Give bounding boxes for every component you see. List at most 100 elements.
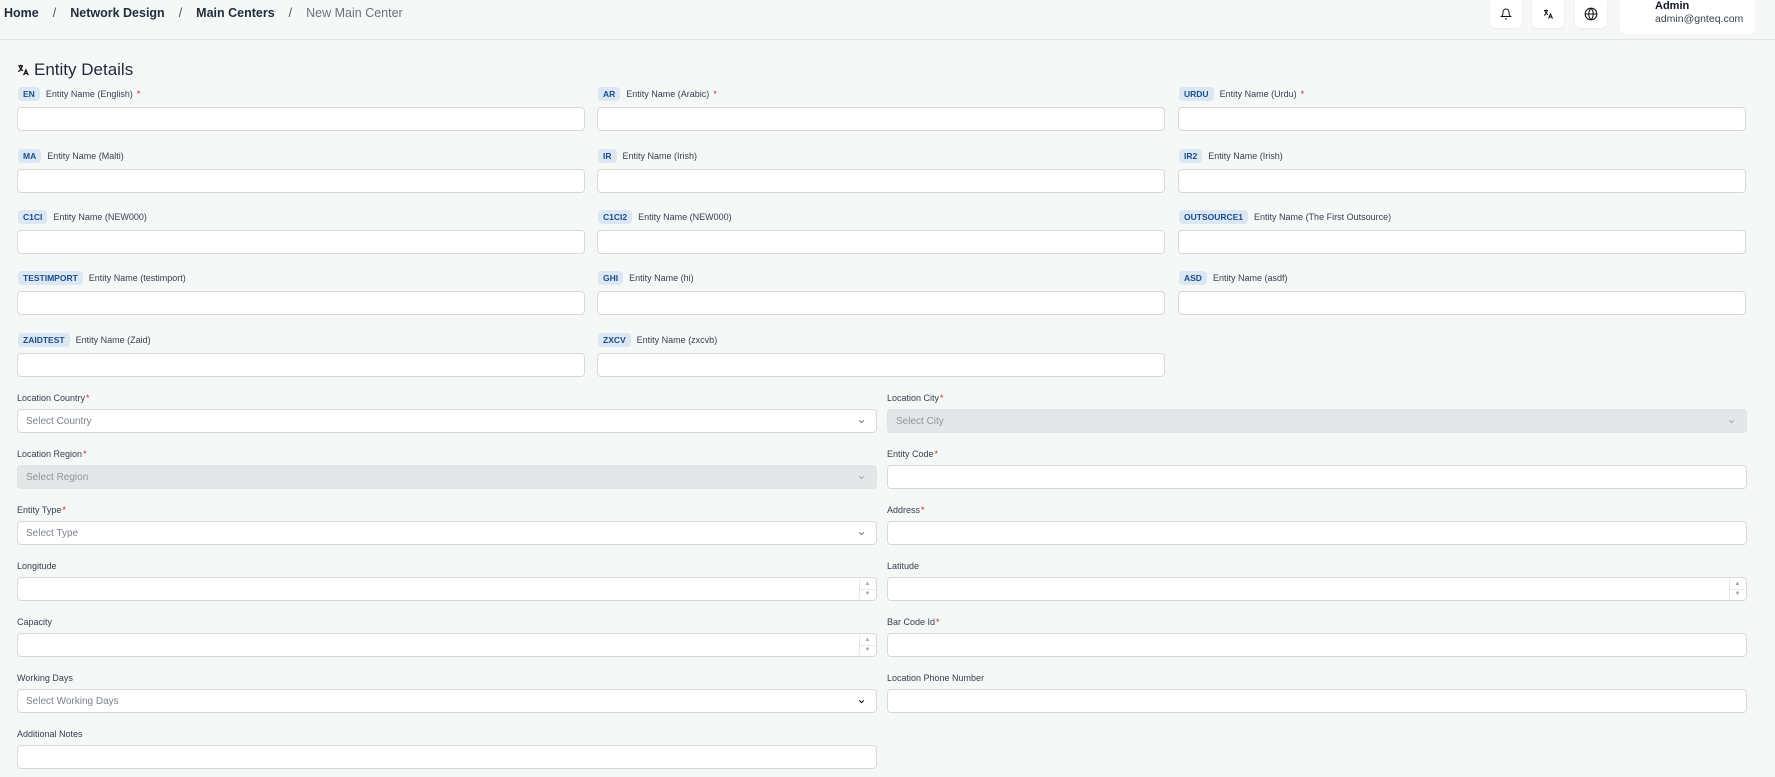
bell-icon bbox=[1500, 8, 1512, 20]
language-code-badge: OUTSOURCE1 bbox=[1179, 210, 1249, 224]
entity-name-field-ir: IR Entity Name (Irish) bbox=[597, 148, 1165, 193]
location-phone-input[interactable] bbox=[887, 689, 1747, 713]
entity-type-field: Entity Type * Select Type bbox=[17, 504, 877, 545]
decrement-icon[interactable]: ▼ bbox=[860, 646, 875, 656]
entity-name-input-ir[interactable] bbox=[597, 169, 1165, 193]
language-code-badge: IR bbox=[598, 149, 617, 163]
language-code-badge: GHI bbox=[598, 271, 624, 285]
increment-icon[interactable]: ▲ bbox=[860, 579, 875, 590]
entity-name-input-c1ci2[interactable] bbox=[597, 230, 1165, 254]
number-stepper[interactable]: ▲ ▼ bbox=[859, 635, 875, 655]
entity-name-input-outsource1[interactable] bbox=[1178, 230, 1746, 254]
address-input[interactable] bbox=[887, 521, 1747, 545]
entity-name-label: Entity Name (NEW000) bbox=[53, 212, 147, 222]
location-city-label: Location City bbox=[887, 393, 940, 403]
language-code-badge: IR2 bbox=[1179, 149, 1203, 163]
language-code-badge: ASD bbox=[1179, 271, 1207, 285]
entity-name-input-testimport[interactable] bbox=[17, 291, 585, 315]
entity-name-label-row: ZAIDTEST Entity Name (Zaid) bbox=[17, 332, 585, 348]
entity-name-label: Entity Name (Irish) bbox=[622, 151, 698, 161]
entity-name-label-row: IR2 Entity Name (Irish) bbox=[1178, 148, 1746, 164]
entity-name-label: Entity Name (Urdu) bbox=[1219, 89, 1297, 99]
entity-name-label: Entity Name (Malti) bbox=[47, 151, 124, 161]
entity-name-input-zxcv[interactable] bbox=[597, 353, 1165, 377]
location-region-field: Location Region * Select Region bbox=[17, 448, 877, 489]
chevron-down-icon bbox=[858, 699, 865, 704]
location-city-select[interactable]: Select City bbox=[887, 409, 1747, 433]
user-name: Admin bbox=[1655, 0, 1690, 12]
breadcrumb-main-centers[interactable]: Main Centers bbox=[196, 6, 275, 20]
entity-name-field-testimport: TESTIMPORT Entity Name (testimport) bbox=[17, 270, 585, 315]
section-title: Entity Details bbox=[34, 60, 134, 79]
notifications-button[interactable] bbox=[1490, 0, 1522, 28]
chevron-down-icon bbox=[858, 476, 865, 480]
working-days-field: Working Days Select Working Days bbox=[17, 672, 877, 713]
translate-button[interactable] bbox=[1532, 0, 1564, 28]
entity-name-label-row: IR Entity Name (Irish) bbox=[597, 148, 1165, 164]
breadcrumb-network-design[interactable]: Network Design bbox=[70, 6, 164, 20]
entity-name-input-asd[interactable] bbox=[1178, 291, 1746, 315]
required-marker: * bbox=[136, 89, 141, 99]
working-days-select[interactable]: Select Working Days bbox=[17, 689, 877, 713]
translate-icon bbox=[1543, 9, 1553, 19]
entity-name-label-row: AR Entity Name (Arabic) * bbox=[597, 86, 1165, 102]
longitude-label: Longitude bbox=[17, 561, 57, 571]
decrement-icon[interactable]: ▼ bbox=[1730, 590, 1745, 600]
capacity-label: Capacity bbox=[17, 617, 53, 627]
language-button[interactable] bbox=[1575, 0, 1607, 28]
additional-notes-label: Additional Notes bbox=[17, 729, 83, 739]
entity-name-label: Entity Name (hi) bbox=[629, 273, 694, 283]
location-region-select[interactable]: Select Region bbox=[17, 465, 877, 489]
longitude-input[interactable]: ▲ ▼ bbox=[17, 577, 877, 601]
capacity-input[interactable]: ▲ ▼ bbox=[17, 633, 877, 657]
required-marker: * bbox=[1300, 89, 1305, 99]
breadcrumb-home[interactable]: Home bbox=[4, 6, 39, 20]
location-country-select[interactable]: Select Country bbox=[17, 409, 877, 433]
bar-code-id-label: Bar Code Id bbox=[887, 617, 936, 627]
breadcrumb: Home / Network Design / Main Centers / N… bbox=[4, 6, 403, 20]
increment-icon[interactable]: ▲ bbox=[1730, 579, 1745, 590]
additional-notes-input[interactable] bbox=[17, 745, 877, 769]
entity-name-label-row: GHI Entity Name (hi) bbox=[597, 270, 1165, 286]
entity-name-input-c1ci[interactable] bbox=[17, 230, 585, 254]
language-code-badge: C1CI bbox=[18, 210, 48, 224]
latitude-input[interactable]: ▲ ▼ bbox=[887, 577, 1747, 601]
entity-name-label-row: C1CI2 Entity Name (NEW000) bbox=[597, 209, 1165, 225]
user-email: admin@gnteq.com bbox=[1655, 13, 1744, 25]
entity-name-label: Entity Name (Arabic) bbox=[626, 89, 710, 99]
user-menu[interactable]: Admin admin@gnteq.com bbox=[1620, 0, 1755, 34]
entity-name-input-en[interactable] bbox=[17, 107, 585, 131]
entity-name-input-ma[interactable] bbox=[17, 169, 585, 193]
entity-name-field-ma: MA Entity Name (Malti) bbox=[17, 148, 585, 193]
latitude-field: Latitude ▲ ▼ bbox=[887, 560, 1747, 601]
entity-name-field-c1ci2: C1CI2 Entity Name (NEW000) bbox=[597, 209, 1165, 254]
translate-icon bbox=[17, 64, 29, 76]
entity-name-input-ar[interactable] bbox=[597, 107, 1165, 131]
decrement-icon[interactable]: ▼ bbox=[860, 590, 875, 600]
number-stepper[interactable]: ▲ ▼ bbox=[859, 579, 875, 599]
entity-type-select[interactable]: Select Type bbox=[17, 521, 877, 545]
entity-name-label-row: MA Entity Name (Malti) bbox=[17, 148, 585, 164]
location-country-label: Location Country bbox=[17, 393, 86, 403]
increment-icon[interactable]: ▲ bbox=[860, 635, 875, 646]
bar-code-id-input[interactable] bbox=[887, 633, 1747, 657]
number-stepper[interactable]: ▲ ▼ bbox=[1729, 579, 1745, 599]
entity-code-input[interactable] bbox=[887, 465, 1747, 489]
entity-name-label-row: ASD Entity Name (asdf) bbox=[1178, 270, 1746, 286]
breadcrumb-current: New Main Center bbox=[306, 6, 403, 20]
entity-name-label: Entity Name (English) bbox=[45, 89, 133, 99]
entity-name-field-asd: ASD Entity Name (asdf) bbox=[1178, 270, 1746, 315]
entity-name-input-zaidtest[interactable] bbox=[17, 353, 585, 377]
entity-name-input-ir2[interactable] bbox=[1178, 169, 1746, 193]
chevron-down-icon bbox=[1728, 420, 1735, 424]
entity-name-input-urdu[interactable] bbox=[1178, 107, 1746, 131]
location-region-label: Location Region bbox=[17, 449, 83, 459]
breadcrumb-separator: / bbox=[288, 6, 293, 20]
top-bar: Home / Network Design / Main Centers / N… bbox=[0, 0, 1775, 40]
language-code-badge: URDU bbox=[1179, 87, 1214, 101]
location-phone-field: Location Phone Number bbox=[887, 672, 1747, 713]
entity-name-input-ghi[interactable] bbox=[597, 291, 1165, 315]
entity-name-field-zxcv: ZXCV Entity Name (zxcvb) bbox=[597, 332, 1165, 377]
entity-name-field-urdu: URDU Entity Name (Urdu) * bbox=[1178, 86, 1746, 131]
breadcrumb-separator: / bbox=[178, 6, 183, 20]
